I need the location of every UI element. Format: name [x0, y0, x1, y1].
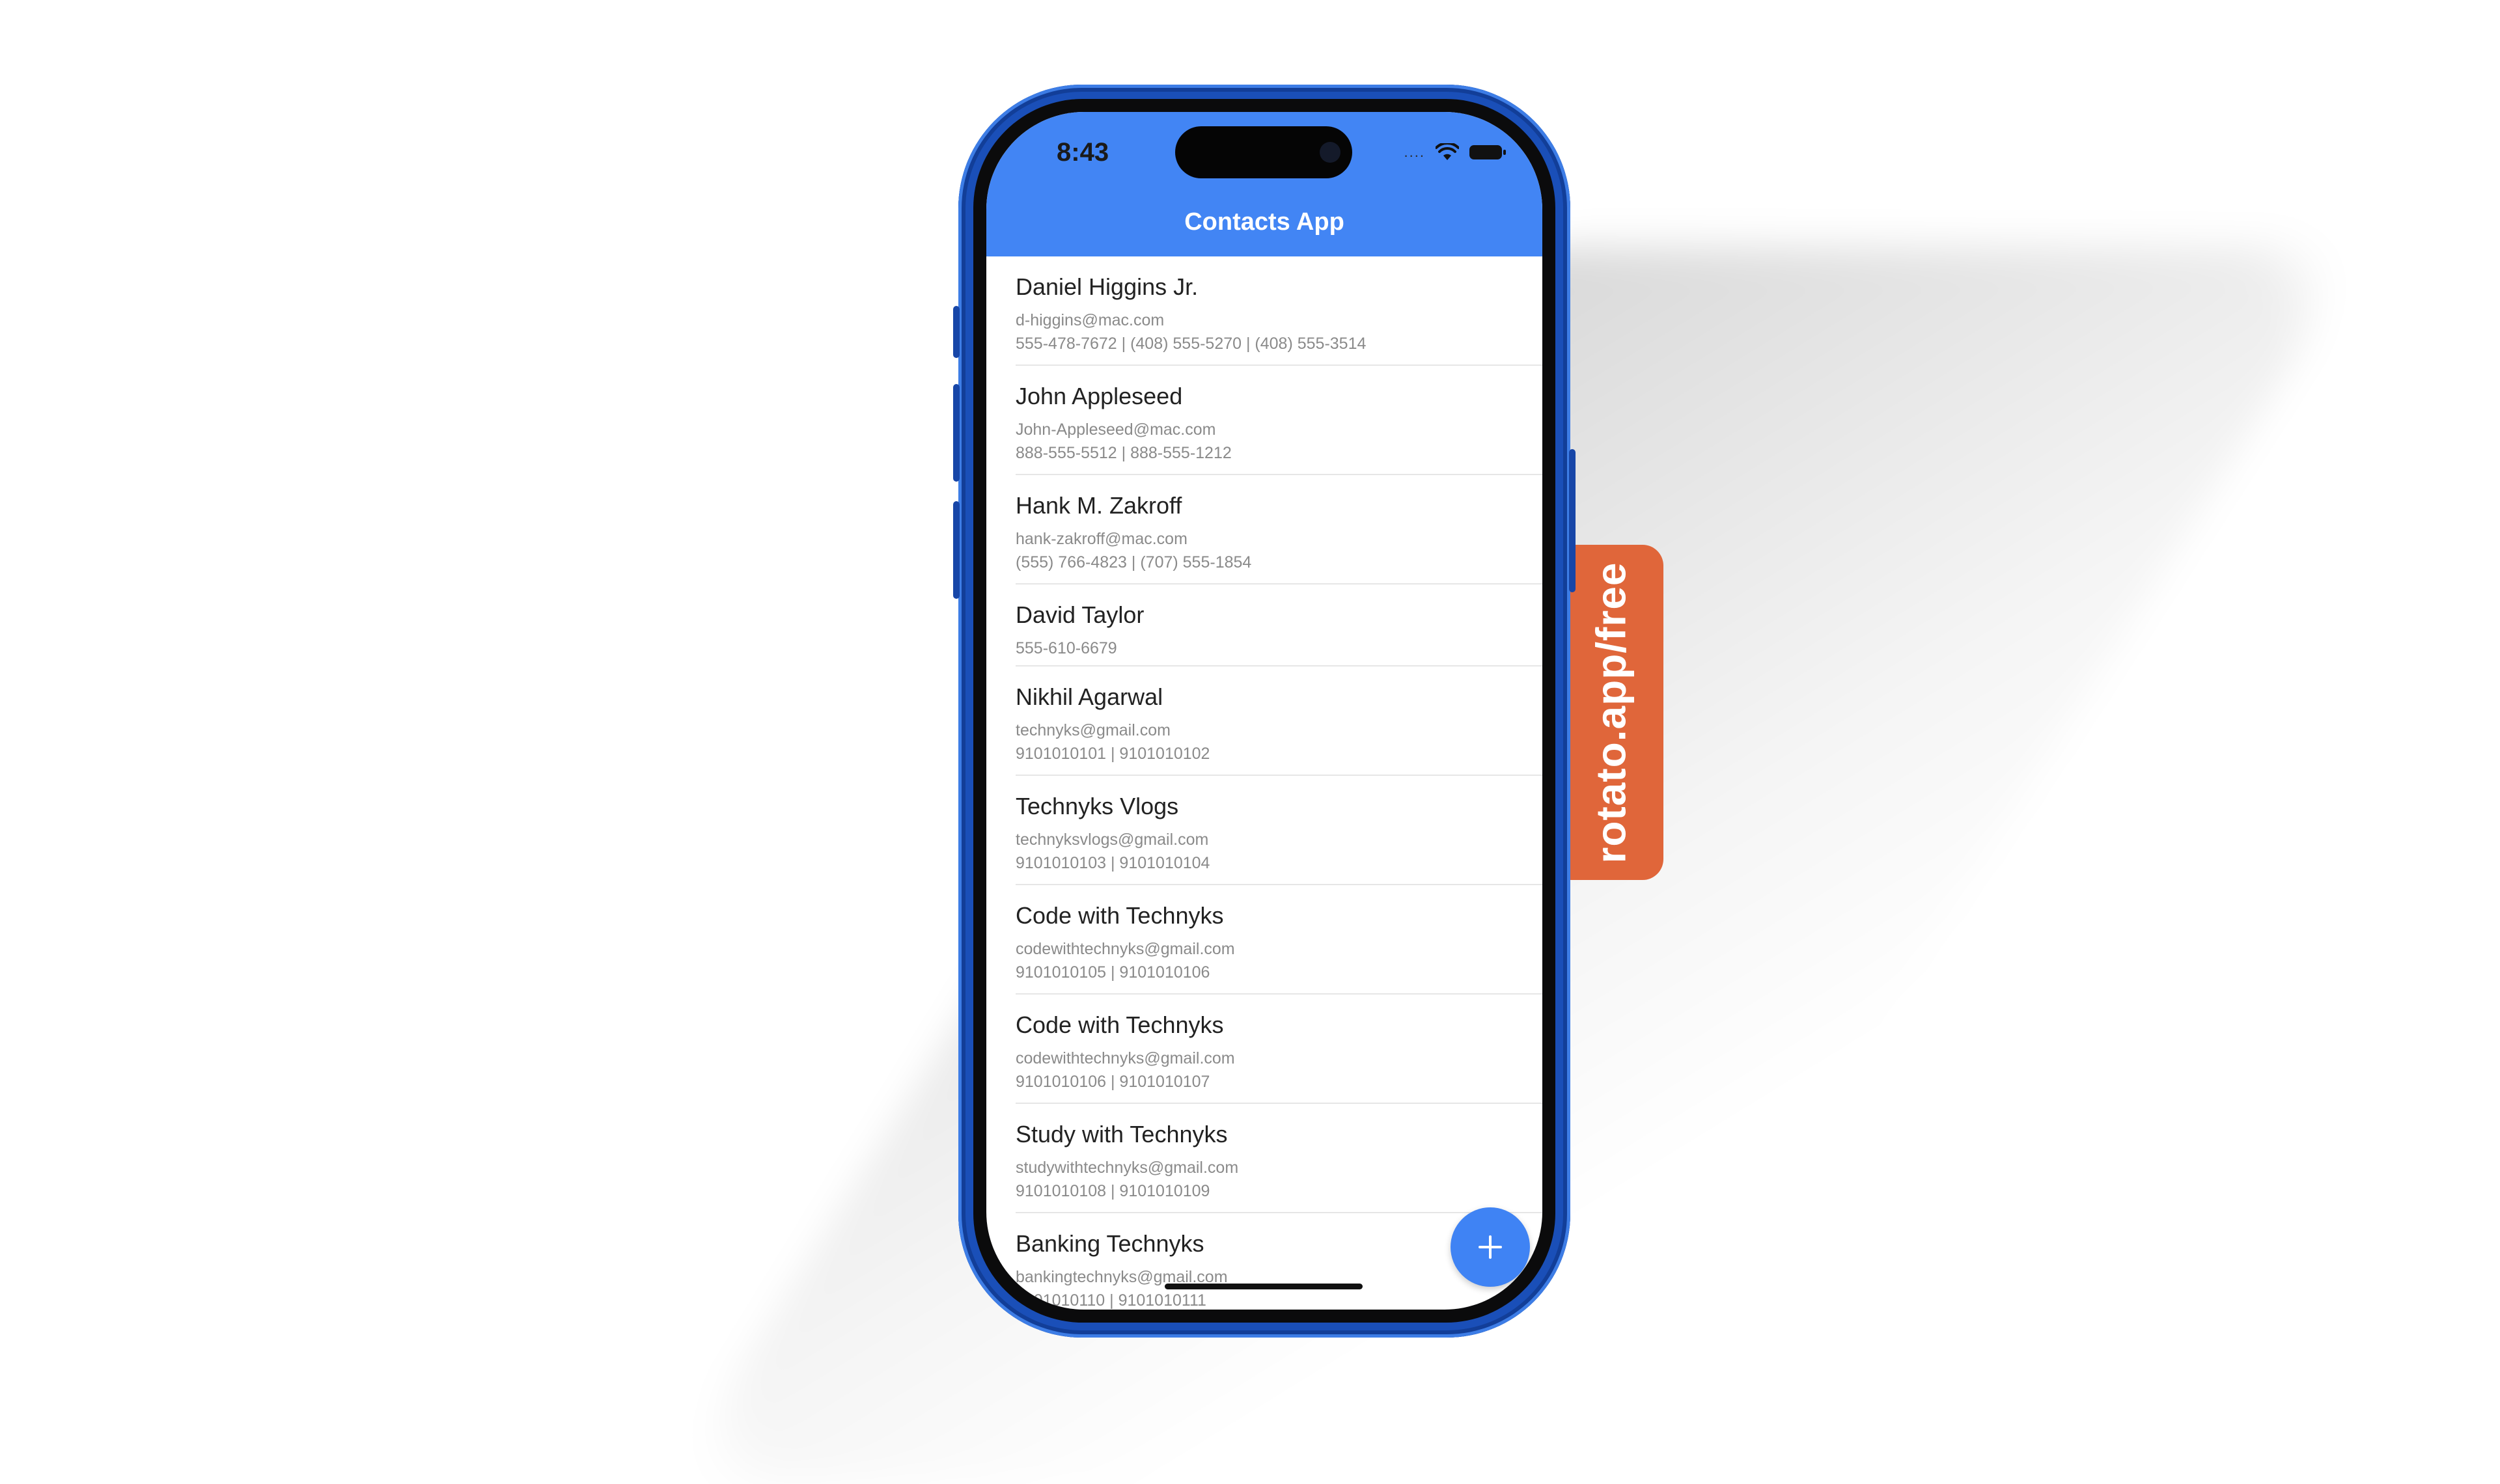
- wifi-icon: [1436, 143, 1459, 160]
- app-header: 8:43 .... Contacts App: [986, 112, 1542, 256]
- volume-down-button: [953, 501, 960, 599]
- add-contact-button[interactable]: [1451, 1207, 1530, 1287]
- status-icons: ....: [1404, 143, 1506, 161]
- watermark-text: rotato.app/free: [1588, 561, 1635, 864]
- camera-icon: [1320, 142, 1340, 163]
- contact-email: studywithtechnyks@gmail.com: [1016, 1159, 1239, 1177]
- contact-name: Banking Technyks: [1016, 1230, 1204, 1257]
- contact-phones: 555-478-7672 | (408) 555-5270 | (408) 55…: [1016, 335, 1367, 353]
- contact-name: Nikhil Agarwal: [1016, 683, 1163, 710]
- contact-phones: 888-555-5512 | 888-555-1212: [1016, 444, 1232, 462]
- contact-row[interactable]: David Taylor 555-610-6679: [1016, 584, 1542, 666]
- home-indicator[interactable]: [1165, 1284, 1363, 1289]
- contact-phones: 555-610-6679: [1016, 639, 1117, 657]
- battery-icon: [1469, 145, 1506, 159]
- contact-name: Daniel Higgins Jr.: [1016, 273, 1199, 300]
- contact-row[interactable]: Nikhil Agarwal technyks@gmail.com 910101…: [1016, 666, 1542, 776]
- contact-row[interactable]: Technyks Vlogs technyksvlogs@gmail.com 9…: [1016, 776, 1542, 885]
- contact-name: John Appleseed: [1016, 383, 1183, 409]
- phone-screen: 8:43 .... Contacts App Daniel Higgins Jr…: [986, 112, 1542, 1310]
- contact-email: technyksvlogs@gmail.com: [1016, 831, 1209, 849]
- contact-row[interactable]: Code with Technyks codewithtechnyks@gmai…: [1016, 885, 1542, 995]
- contact-name: Study with Technyks: [1016, 1121, 1228, 1147]
- power-button: [1569, 449, 1576, 592]
- contact-email: d-higgins@mac.com: [1016, 311, 1165, 329]
- contact-phones: 9101010110 | 9101010111: [1016, 1291, 1206, 1310]
- contact-row[interactable]: Daniel Higgins Jr. d-higgins@mac.com 555…: [1016, 256, 1542, 366]
- contact-list[interactable]: Daniel Higgins Jr. d-higgins@mac.com 555…: [986, 256, 1542, 1310]
- plus-icon: [1479, 1235, 1502, 1259]
- page-title: Contacts App: [1184, 208, 1344, 236]
- contact-email: codewithtechnyks@gmail.com: [1016, 940, 1235, 958]
- contact-row[interactable]: Code with Technyks codewithtechnyks@gmai…: [1016, 995, 1542, 1104]
- contact-phones: 9101010108 | 9101010109: [1016, 1182, 1210, 1200]
- action-button: [953, 306, 960, 358]
- contact-name: Code with Technyks: [1016, 1011, 1224, 1038]
- signal-icon: ....: [1404, 144, 1425, 160]
- contact-phones: 9101010106 | 9101010107: [1016, 1073, 1210, 1091]
- contact-name: Technyks Vlogs: [1016, 793, 1179, 819]
- contact-row[interactable]: Hank M. Zakroff hank-zakroff@mac.com (55…: [1016, 475, 1542, 584]
- contact-phones: (555) 766-4823 | (707) 555-1854: [1016, 553, 1252, 571]
- contact-email: hank-zakroff@mac.com: [1016, 530, 1188, 548]
- contact-email: technyks@gmail.com: [1016, 721, 1171, 739]
- contact-email: John-Appleseed@mac.com: [1016, 420, 1216, 439]
- contact-row[interactable]: Study with Technyks studywithtechnyks@gm…: [1016, 1104, 1542, 1213]
- contact-phones: 9101010105 | 9101010106: [1016, 963, 1210, 982]
- contact-name: Hank M. Zakroff: [1016, 492, 1182, 519]
- volume-up-button: [953, 384, 960, 482]
- status-time: 8:43: [1057, 138, 1109, 167]
- contact-name: Code with Technyks: [1016, 902, 1224, 929]
- dynamic-island: [1175, 126, 1352, 178]
- contact-name: David Taylor: [1016, 601, 1145, 628]
- contact-email: codewithtechnyks@gmail.com: [1016, 1049, 1235, 1067]
- contact-phones: 9101010101 | 9101010102: [1016, 745, 1210, 763]
- contact-phones: 9101010103 | 9101010104: [1016, 854, 1210, 872]
- contact-row[interactable]: John Appleseed John-Appleseed@mac.com 88…: [1016, 366, 1542, 475]
- watermark-tab[interactable]: rotato.app/free: [1559, 545, 1663, 880]
